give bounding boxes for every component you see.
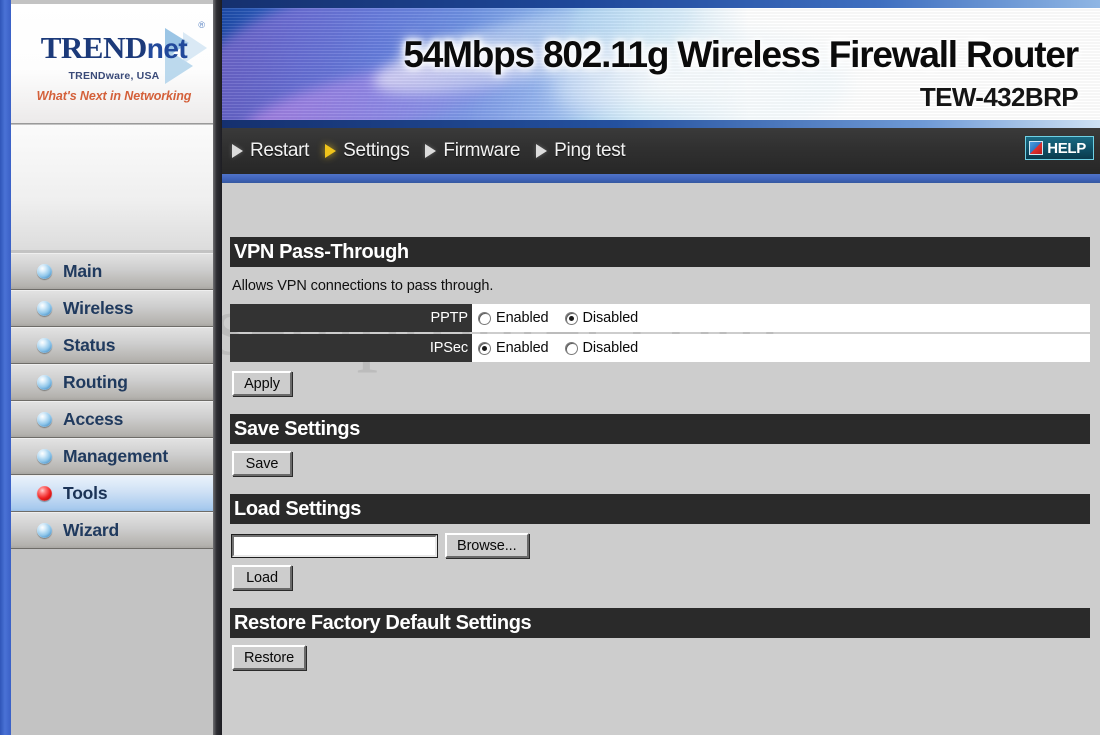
sidebar-menu: Main Wireless Status Routing Access Mana… — [11, 253, 217, 549]
help-label: HELP — [1047, 139, 1086, 157]
help-icon — [1029, 141, 1044, 155]
sidebar-item-main[interactable]: Main — [11, 253, 217, 290]
page-left-border — [0, 0, 11, 735]
setting-row-pptp: PPTP Enabled Disabled — [230, 304, 1090, 332]
section-title: Load Settings — [234, 497, 362, 520]
section-title: VPN Pass-Through — [234, 240, 409, 263]
radio-icon-selected[interactable] — [564, 311, 578, 325]
apply-button[interactable]: Apply — [232, 371, 292, 396]
save-button[interactable]: Save — [232, 451, 292, 476]
triangle-right-icon-active — [325, 144, 337, 158]
product-banner: 54Mbps 802.11g Wireless Firewall Router … — [220, 0, 1100, 128]
brand-company: TRENDware, USA — [68, 70, 160, 82]
led-icon — [37, 301, 52, 316]
sidebar-filler — [11, 575, 217, 735]
sidebar-item-routing[interactable]: Routing — [11, 364, 217, 401]
restore-button[interactable]: Restore — [232, 645, 307, 670]
load-button[interactable]: Load — [232, 565, 292, 590]
setting-row-ipsec: IPSec Enabled Disabled — [230, 334, 1090, 362]
radio-icon[interactable] — [478, 311, 491, 325]
tab-settings[interactable]: Settings — [325, 140, 410, 162]
sidebar-item-label: Status — [63, 334, 116, 355]
sidebar-spacer — [11, 125, 217, 250]
sidebar-item-label: Management — [63, 445, 168, 466]
triangle-right-icon — [536, 144, 548, 158]
radio-label: Enabled — [496, 340, 549, 356]
settings-file-input[interactable] — [231, 533, 438, 558]
brand-logo-panel: ® TRENDnet TRENDware, USA What's Next in… — [11, 4, 217, 124]
section-title: Save Settings — [234, 417, 360, 440]
led-icon — [37, 264, 52, 279]
radio-icon[interactable] — [564, 341, 578, 355]
registered-mark: ® — [198, 20, 205, 30]
row-label: IPSec — [230, 334, 472, 362]
router-admin-page: ® TRENDnet TRENDware, USA What's Next in… — [0, 0, 1100, 735]
sidebar-item-wireless[interactable]: Wireless — [11, 290, 217, 327]
sidebar-item-wizard[interactable]: Wizard — [11, 512, 217, 549]
row-label: PPTP — [230, 304, 472, 332]
help-button[interactable]: HELP — [1025, 136, 1094, 160]
sidebar-content-divider — [213, 0, 222, 735]
section-header-restore: Restore Factory Default Settings — [230, 608, 1090, 638]
banner-model: TEW-432BRP — [919, 82, 1079, 112]
tab-label: Restart — [250, 140, 310, 161]
sidebar: ® TRENDnet TRENDware, USA What's Next in… — [11, 0, 217, 735]
tab-label: Ping test — [554, 140, 626, 161]
triangle-right-icon — [232, 144, 243, 158]
browse-button[interactable]: Browse... — [445, 533, 529, 558]
sidebar-item-tools[interactable]: Tools — [11, 475, 217, 512]
sidebar-item-label: Wireless — [63, 297, 134, 318]
main-content: setuprouter.com VPN Pass-Through Allows … — [222, 183, 1100, 735]
led-icon — [37, 523, 52, 538]
section-header-vpn: VPN Pass-Through — [230, 237, 1090, 267]
sidebar-item-label: Routing — [63, 371, 128, 392]
radio-icon-selected[interactable] — [478, 341, 491, 355]
led-icon — [37, 412, 52, 427]
led-icon — [37, 375, 52, 390]
radio-label: Enabled — [496, 310, 549, 326]
tab-label: Firmware — [443, 140, 521, 161]
ipsec-disabled-option[interactable]: Disabled — [564, 340, 639, 356]
sidebar-item-label: Tools — [63, 482, 108, 503]
ipsec-enabled-option[interactable]: Enabled — [478, 340, 549, 356]
sidebar-item-label: Main — [63, 260, 103, 281]
led-icon — [37, 449, 52, 464]
pptp-enabled-option[interactable]: Enabled — [478, 310, 549, 326]
brand-name-trend: TRENDnet — [40, 30, 188, 65]
tab-label: Settings — [343, 140, 410, 161]
sidebar-item-label: Access — [63, 408, 124, 429]
brand-tagline: What's Next in Networking — [36, 89, 192, 103]
tab-ping-test[interactable]: Ping test — [536, 140, 626, 162]
radio-label: Disabled — [582, 340, 639, 356]
vpn-settings-rows: PPTP Enabled Disabled IPSec Enabled Disa… — [230, 304, 1090, 362]
radio-label: Disabled — [582, 310, 639, 326]
top-navbar: Restart Settings Firmware Ping test HELP — [220, 128, 1100, 174]
pptp-disabled-option[interactable]: Disabled — [564, 310, 639, 326]
section-title: Restore Factory Default Settings — [234, 611, 532, 634]
sidebar-item-access[interactable]: Access — [11, 401, 217, 438]
section-header-load: Load Settings — [230, 494, 1090, 524]
tab-restart[interactable]: Restart — [232, 140, 309, 162]
led-icon — [37, 338, 52, 353]
section-header-save: Save Settings — [230, 414, 1090, 444]
vpn-description: Allows VPN connections to pass through. — [232, 278, 494, 294]
triangle-right-icon — [425, 144, 437, 158]
tab-firmware[interactable]: Firmware — [425, 140, 520, 162]
sidebar-item-status[interactable]: Status — [11, 327, 217, 364]
sidebar-item-management[interactable]: Management — [11, 438, 217, 475]
sidebar-item-label: Wizard — [63, 519, 120, 540]
led-icon-active — [37, 486, 52, 501]
brand-name-net: net — [146, 33, 188, 64]
nav-accent-bar — [220, 174, 1100, 183]
banner-title: 54Mbps 802.11g Wireless Firewall Router — [403, 34, 1079, 75]
brand-name: TRENDnet — [21, 32, 207, 63]
